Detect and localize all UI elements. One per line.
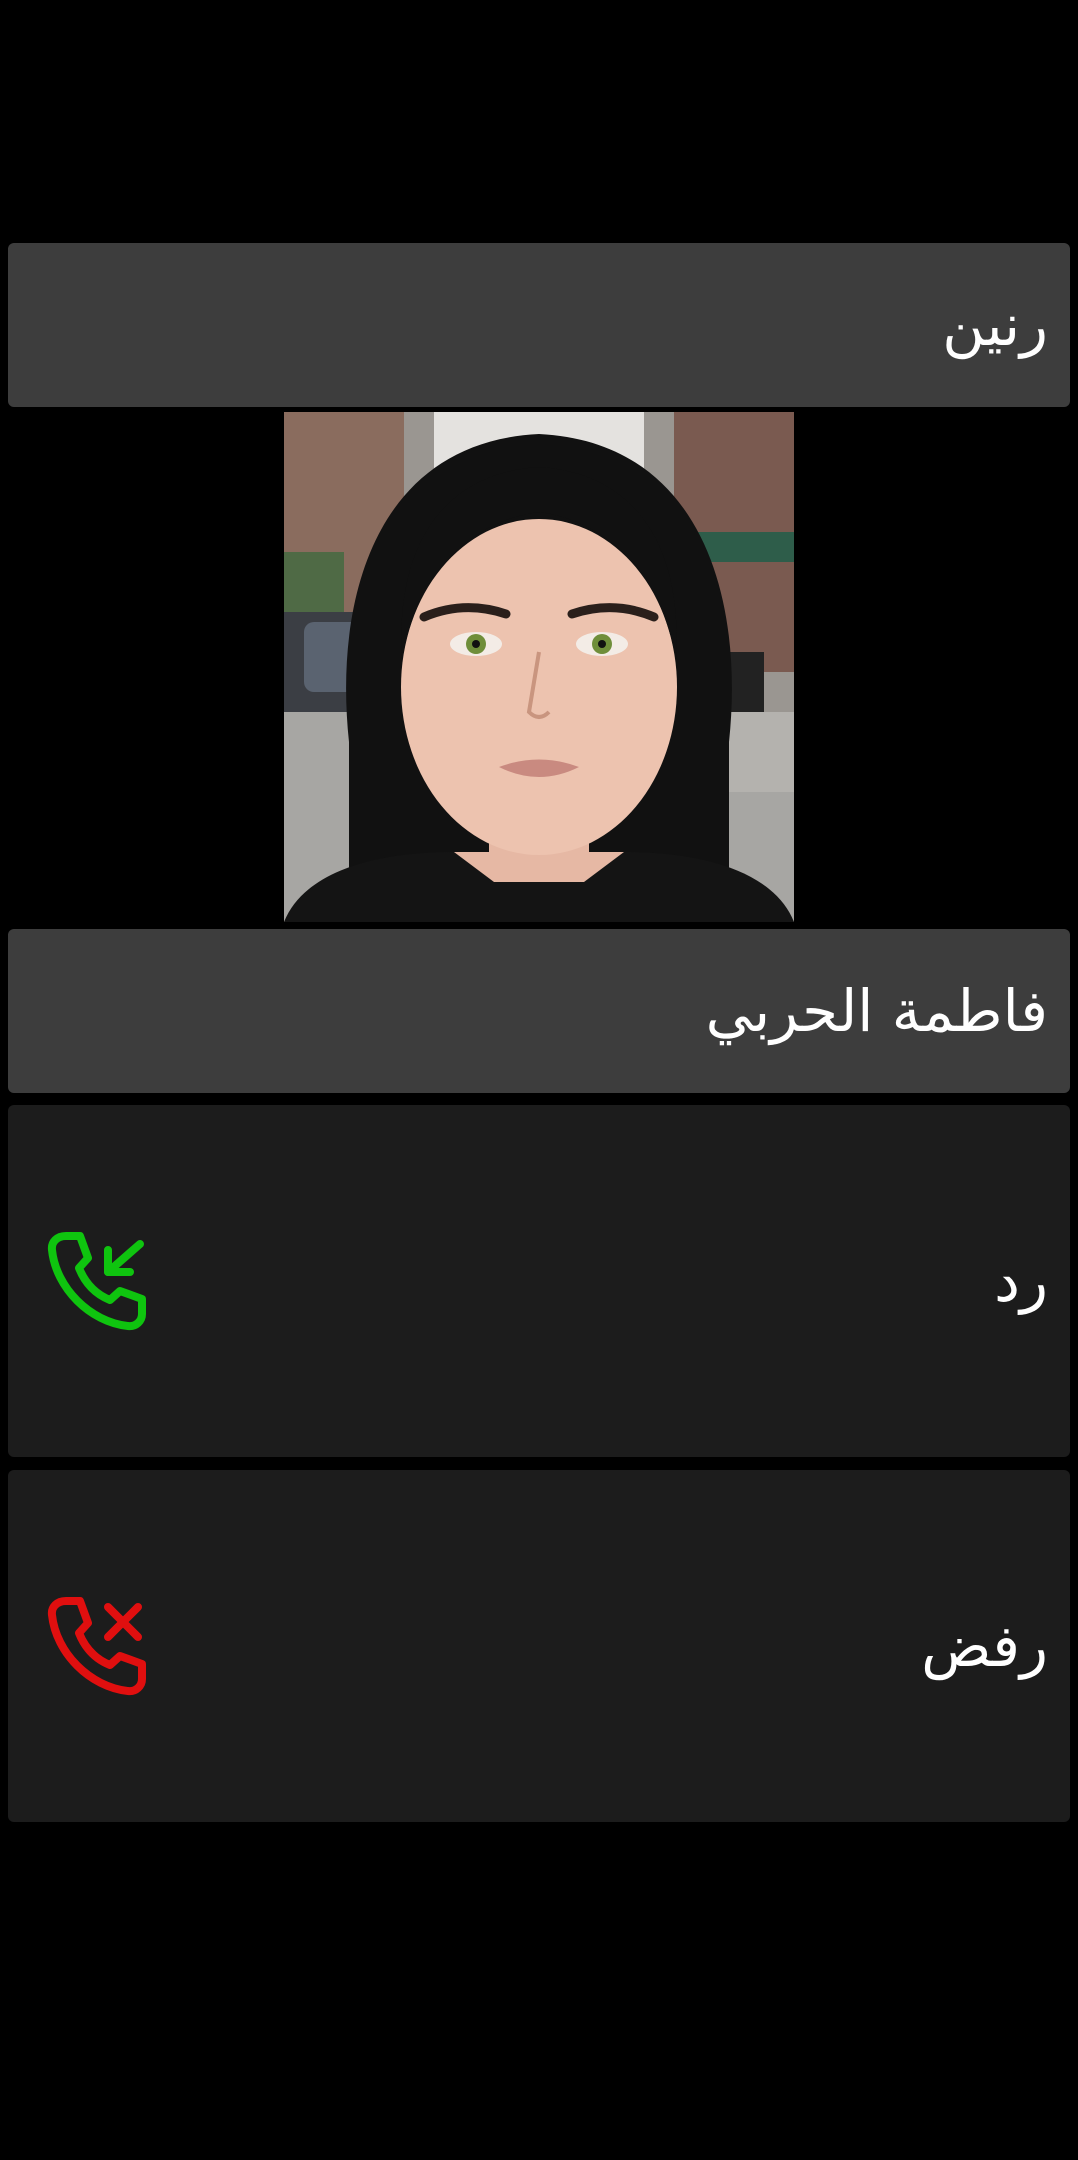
decline-label: رفض (921, 1612, 1048, 1680)
call-reject-icon (42, 1591, 152, 1701)
call-status-label: رنين (942, 291, 1048, 359)
caller-name: فاطمة الحربي (705, 977, 1048, 1045)
answer-button[interactable]: رد (8, 1105, 1070, 1457)
decline-button[interactable]: رفض (8, 1470, 1070, 1822)
caller-name-bar: فاطمة الحربي (8, 929, 1070, 1093)
call-status-bar: رنين (8, 243, 1070, 407)
caller-photo (284, 412, 794, 922)
answer-label: رد (994, 1247, 1048, 1315)
incoming-call-icon (42, 1226, 152, 1336)
